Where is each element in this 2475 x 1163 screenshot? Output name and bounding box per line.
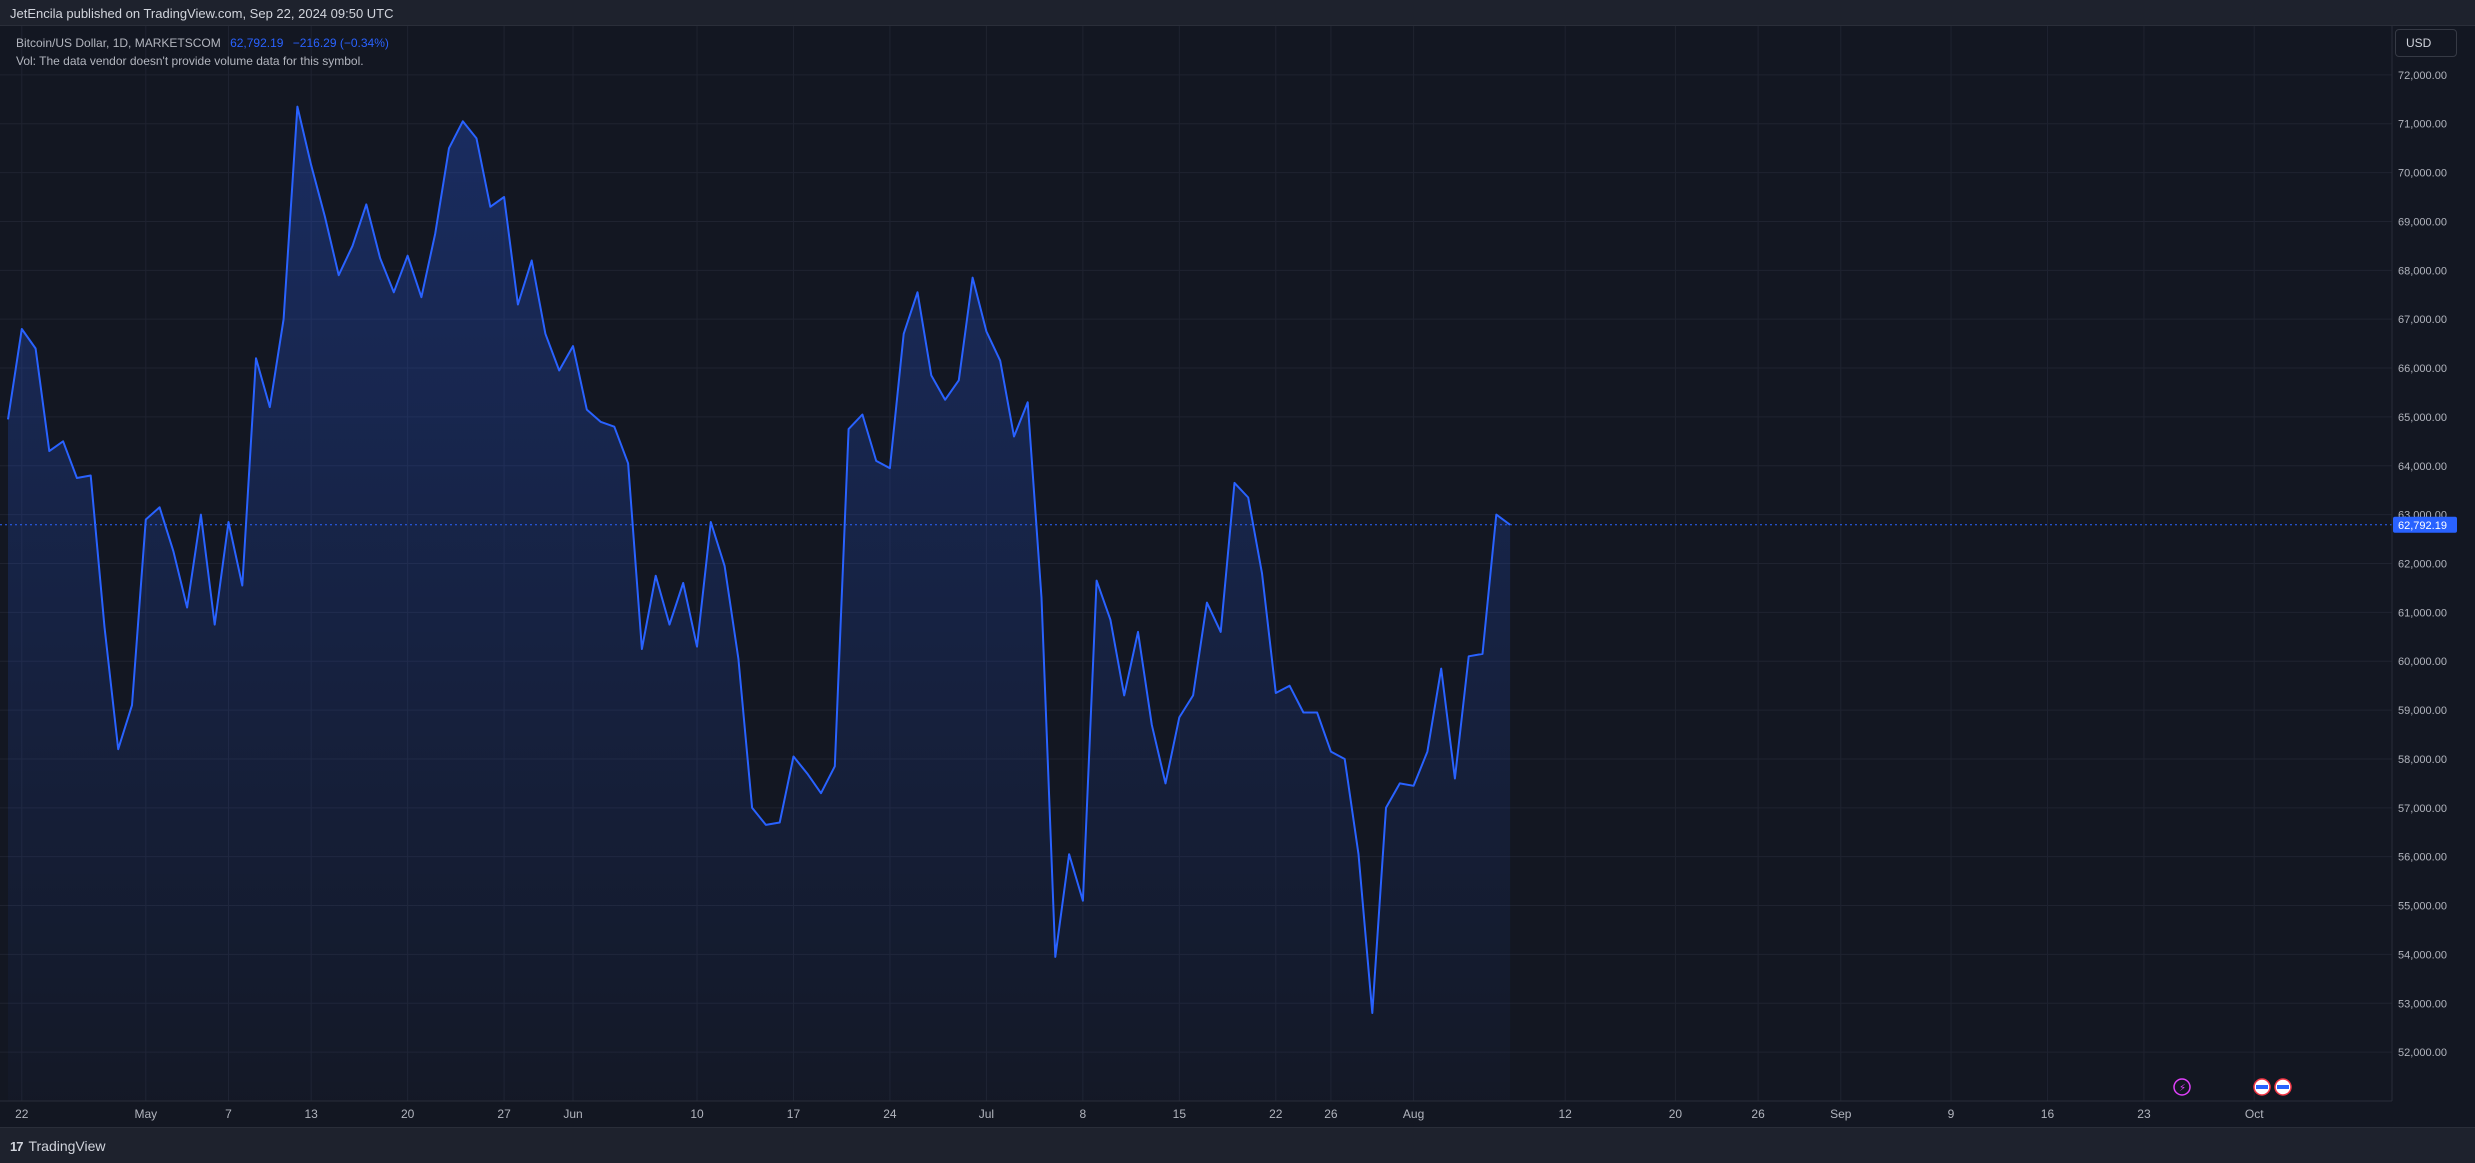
- price-tick-label: 64,000.00: [2398, 461, 2447, 473]
- brand-name: TradingView: [28, 1138, 106, 1154]
- time-tick-label: 9: [1948, 1107, 1955, 1121]
- price-tick-label: 53,000.00: [2398, 998, 2447, 1010]
- svg-text:⚡: ⚡: [2179, 1083, 2186, 1094]
- time-tick-label: 24: [883, 1107, 897, 1121]
- price-tick-label: 60,000.00: [2398, 656, 2447, 668]
- time-tick-label: Jul: [979, 1107, 994, 1121]
- price-tick-label: 61,000.00: [2398, 607, 2447, 619]
- time-tick-label: Aug: [1403, 1107, 1424, 1121]
- chart-legend: Bitcoin/US Dollar, 1D, MARKETSCOM 62,792…: [16, 34, 389, 70]
- time-tick-label: 17: [787, 1107, 801, 1121]
- us-flag-event-icon[interactable]: [2274, 1078, 2292, 1096]
- price-tick-label: 72,000.00: [2398, 70, 2447, 82]
- price-tick-label: 71,000.00: [2398, 119, 2447, 131]
- price-tick-label: 67,000.00: [2398, 314, 2447, 326]
- time-tick-label: 15: [1173, 1107, 1187, 1121]
- time-tick-label: May: [134, 1107, 157, 1121]
- price-tick-label: 52,000.00: [2398, 1047, 2447, 1059]
- time-tick-label: Oct: [2245, 1107, 2264, 1121]
- price-tick-label: 62,000.00: [2398, 559, 2447, 571]
- time-tick-label: 20: [401, 1107, 415, 1121]
- time-tick-label: 10: [690, 1107, 704, 1121]
- time-tick-label: 26: [1751, 1107, 1765, 1121]
- time-tick-label: 16: [2041, 1107, 2055, 1121]
- time-tick-label: 23: [2137, 1107, 2151, 1121]
- price-tick-label: 68,000.00: [2398, 265, 2447, 277]
- tradingview-logo[interactable]: 17 TradingView: [10, 1138, 106, 1154]
- last-price-label: 62,792.19: [2398, 520, 2447, 532]
- price-tick-label: 69,000.00: [2398, 216, 2447, 228]
- time-tick-label: 7: [225, 1107, 232, 1121]
- price-tick-label: 56,000.00: [2398, 852, 2447, 864]
- time-tick-label: 22: [15, 1107, 29, 1121]
- us-flag-event-icon[interactable]: [2253, 1078, 2271, 1096]
- price-tick-label: 65,000.00: [2398, 412, 2447, 424]
- price-tick-label: 59,000.00: [2398, 705, 2447, 717]
- time-tick-label: 26: [1324, 1107, 1338, 1121]
- price-tick-label: 70,000.00: [2398, 168, 2447, 180]
- price-tick-label: 55,000.00: [2398, 901, 2447, 913]
- time-axis: 22 May 7 13 20 27 Jun 10 17 24 Jul 8 15 22 26 Aug 12 20 26…: [15, 1107, 2264, 1121]
- time-tick-label: 20: [1669, 1107, 1683, 1121]
- symbol-title: Bitcoin/US Dollar, 1D, MARKETSCOM: [16, 36, 221, 50]
- last-price-tag: 62,792.19: [2393, 516, 2457, 533]
- price-area-fill: [8, 106, 1511, 1102]
- time-tick-label: 13: [304, 1107, 318, 1121]
- time-tick-label: 27: [497, 1107, 511, 1121]
- currency-button[interactable]: USD: [2395, 29, 2457, 57]
- price-tick-label: 66,000.00: [2398, 363, 2447, 375]
- tradingview-mark-icon: 17: [10, 1138, 24, 1154]
- volume-note: Vol: The data vendor doesn't provide vol…: [16, 54, 364, 68]
- chart-canvas[interactable]: 52,000.00 53,000.00 54,000.00 55,000.00 56,0…: [0, 0, 2475, 1132]
- footer-bar: 17 TradingView: [0, 1127, 2475, 1163]
- price-tick-label: 54,000.00: [2398, 949, 2447, 961]
- time-tick-label: Jun: [563, 1107, 582, 1121]
- price-tick-label: 57,000.00: [2398, 803, 2447, 815]
- lightning-event-icon[interactable]: ⚡: [2173, 1078, 2191, 1096]
- time-tick-label: 22: [1269, 1107, 1283, 1121]
- time-tick-label: Sep: [1830, 1107, 1852, 1121]
- legend-price: 62,792.19: [230, 36, 284, 50]
- legend-change: −216.29 (−0.34%): [292, 36, 389, 50]
- price-tick-label: 58,000.00: [2398, 754, 2447, 766]
- price-axis: 52,000.00 53,000.00 54,000.00 55,000.00 56,0…: [2398, 70, 2447, 1059]
- time-tick-label: 8: [1080, 1107, 1087, 1121]
- time-tick-label: 12: [1558, 1107, 1572, 1121]
